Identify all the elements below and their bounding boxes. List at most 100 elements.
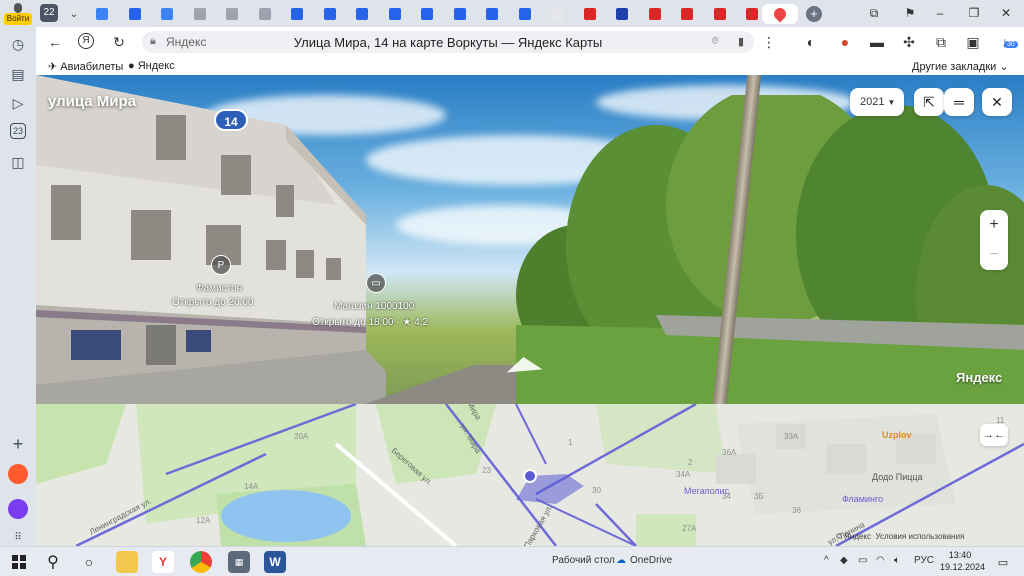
- shield-icon[interactable]: ◐: [802, 33, 820, 51]
- share-icon[interactable]: ⧉: [932, 33, 950, 51]
- file-explorer-icon[interactable]: [116, 551, 138, 573]
- bookmark-avia[interactable]: ✈ Авиабилеты: [48, 60, 123, 73]
- tabs-sync-icon[interactable]: ⧉: [866, 5, 882, 21]
- minimize-button[interactable]: –: [932, 5, 948, 21]
- restore-button[interactable]: ❐: [966, 5, 982, 21]
- search-icon[interactable]: ⚲: [42, 551, 64, 573]
- browser-tab[interactable]: [283, 4, 311, 24]
- puzzle-icon[interactable]: ✣: [900, 33, 918, 51]
- collapse-map-icon[interactable]: →←: [980, 424, 1008, 446]
- apps-grid-icon[interactable]: ⠿: [8, 527, 28, 547]
- browser-tab[interactable]: [88, 4, 116, 24]
- wifi-icon[interactable]: ◠: [876, 555, 885, 566]
- back-button[interactable]: ←: [46, 33, 64, 51]
- map-footer: © Яндекс Условия использования: [836, 532, 964, 541]
- calculator-icon[interactable]: ▦: [228, 551, 250, 573]
- notifications-icon[interactable]: ▭: [992, 551, 1014, 573]
- add-icon[interactable]: +: [8, 434, 28, 454]
- parking-poi-icon[interactable]: P: [211, 255, 231, 275]
- play-icon[interactable]: ▷: [8, 93, 28, 113]
- calendar-icon[interactable]: 23: [10, 123, 26, 139]
- map-terms-link[interactable]: Условия использования: [875, 532, 964, 541]
- language-indicator[interactable]: РУС: [914, 555, 934, 566]
- browser-tab[interactable]: [706, 4, 734, 24]
- cortana-icon[interactable]: ○: [78, 551, 100, 573]
- bookmark-yandex[interactable]: ● Яндекс: [128, 60, 175, 72]
- tray-app-icon[interactable]: ◆: [840, 555, 848, 566]
- windows-start-icon[interactable]: [8, 551, 30, 573]
- tab-favicon-icon: [193, 8, 206, 20]
- collections-icon[interactable]: ▤: [8, 64, 28, 84]
- zoom-in-button[interactable]: +: [980, 210, 1008, 240]
- bookmark-panel-icon[interactable]: ⚑: [902, 5, 918, 21]
- alice-icon[interactable]: [8, 499, 28, 519]
- poi-megapolis[interactable]: Мегаполис: [684, 486, 729, 496]
- chrome-icon[interactable]: [190, 551, 212, 573]
- onedrive-icon[interactable]: ☁: [616, 555, 626, 566]
- browser-tab[interactable]: [543, 4, 571, 24]
- browser-tab[interactable]: [348, 4, 376, 24]
- login-button[interactable]: Войти: [4, 3, 32, 25]
- zoom-out-button[interactable]: −: [980, 240, 1008, 270]
- menu-dots-icon[interactable]: ⋮: [760, 33, 778, 51]
- new-tab-button[interactable]: +: [800, 4, 828, 24]
- windows-taskbar: ⚲ ○ Y ▦ W Рабочий стол ☁ OneDrive ^ ◆ ▭ …: [0, 546, 1024, 576]
- browser-tab[interactable]: [316, 4, 344, 24]
- browser-tab[interactable]: [738, 4, 766, 24]
- extension-icon-3[interactable]: ▣: [964, 33, 982, 51]
- bookmark-icon[interactable]: ▮: [738, 35, 744, 48]
- tab-favicon-icon: [96, 8, 108, 20]
- market-icon[interactable]: [8, 464, 28, 484]
- browser-tab[interactable]: [381, 4, 409, 24]
- house-number-badge[interactable]: 14: [214, 109, 248, 131]
- browser-tab[interactable]: [186, 4, 214, 24]
- browser-tab[interactable]: [478, 4, 506, 24]
- browser-tab[interactable]: [576, 4, 604, 24]
- tray-chevron-icon[interactable]: ^: [824, 555, 829, 566]
- close-window-button[interactable]: ✕: [998, 5, 1014, 21]
- extension-icon-1[interactable]: ●: [836, 33, 854, 51]
- tab-dropdown[interactable]: ⌄: [60, 4, 88, 24]
- clock[interactable]: 13:40 19.12.2024: [940, 549, 985, 573]
- browser-tab[interactable]: [218, 4, 246, 24]
- onedrive-label[interactable]: OneDrive: [630, 555, 672, 566]
- tab-favicon-icon: [616, 8, 628, 20]
- browser-tab[interactable]: [413, 4, 441, 24]
- poi-dodo[interactable]: Додо Пицца: [872, 472, 923, 482]
- extension-icon-2[interactable]: ▬: [868, 33, 886, 51]
- open-external-icon[interactable]: ⇱: [914, 88, 944, 116]
- browser-tab[interactable]: [511, 4, 539, 24]
- yandex-browser-icon[interactable]: Y: [152, 551, 174, 573]
- map-house-number: 36А: [722, 448, 737, 457]
- history-icon[interactable]: ◷: [8, 34, 28, 54]
- desktop-label[interactable]: Рабочий стол: [552, 555, 615, 566]
- browser-tab[interactable]: [251, 4, 279, 24]
- browser-tab[interactable]: [446, 4, 474, 24]
- street-panorama[interactable]: улица Мира 14 P Фамистон Открыто до 20:0…: [36, 75, 1024, 404]
- volume-icon[interactable]: 🔈︎: [894, 555, 900, 566]
- browser-tab[interactable]: [608, 4, 636, 24]
- reload-button[interactable]: ↻: [110, 33, 128, 51]
- menu-lines-icon[interactable]: ═: [944, 88, 974, 116]
- yandex-logo-icon[interactable]: Я: [78, 33, 94, 49]
- close-panorama-button[interactable]: ✕: [982, 88, 1012, 116]
- other-bookmarks[interactable]: Другие закладки ⌄: [912, 60, 1009, 73]
- camera-icon[interactable]: ◫: [8, 152, 28, 172]
- browser-tab[interactable]: [673, 4, 701, 24]
- shop-poi-icon[interactable]: ▭: [366, 273, 386, 293]
- address-field[interactable]: 🔒︎ Яндекс Улица Мира, 14 на карте Воркут…: [142, 31, 754, 53]
- word-icon[interactable]: W: [264, 551, 286, 573]
- tab-active[interactable]: [762, 4, 798, 24]
- poi-uzplov[interactable]: Uzplov: [882, 430, 912, 440]
- location-icon[interactable]: ⌾: [712, 35, 719, 48]
- battery-icon[interactable]: ▭: [858, 555, 867, 566]
- tab-count-badge[interactable]: 22: [40, 4, 58, 22]
- browser-tab[interactable]: [121, 4, 149, 24]
- browser-tab[interactable]: [641, 4, 669, 24]
- poi-flamingo[interactable]: Фламинго: [842, 494, 883, 504]
- user-icon: [14, 3, 22, 13]
- clock-time: 13:40: [948, 550, 972, 560]
- mini-map[interactable]: Ленинградская ул. Береговая ул. ул. Мира…: [36, 404, 1024, 546]
- browser-tab[interactable]: [153, 4, 181, 24]
- year-select[interactable]: 2021 ▼: [850, 88, 904, 116]
